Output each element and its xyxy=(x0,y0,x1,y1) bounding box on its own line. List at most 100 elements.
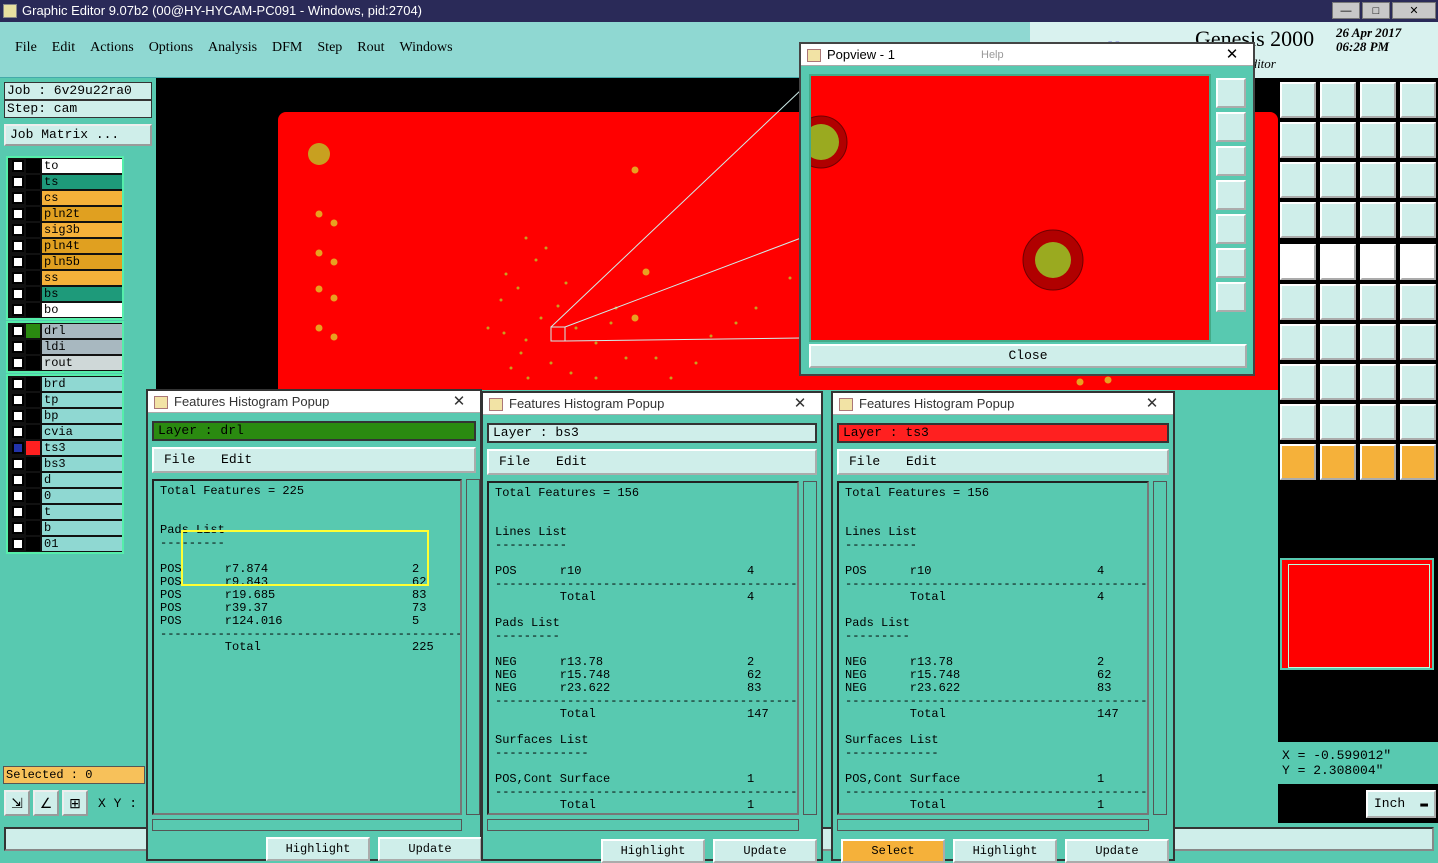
select-lasso-icon[interactable] xyxy=(1360,444,1396,480)
peak-icon[interactable] xyxy=(1320,404,1356,440)
layer-checkbox[interactable] xyxy=(12,378,24,390)
layer-checkbox[interactable] xyxy=(12,240,24,252)
layer-row[interactable]: pln2t xyxy=(8,206,122,222)
layer-checkbox[interactable] xyxy=(12,490,24,502)
layer-row[interactable]: ts3 xyxy=(8,440,122,456)
pv-zoom-out-icon[interactable] xyxy=(1216,282,1246,312)
layer-row[interactable]: pln5b xyxy=(8,254,122,270)
layer-row[interactable]: cs xyxy=(8,190,122,206)
histogram-menu-edit[interactable]: Edit xyxy=(556,454,587,469)
window-icon[interactable] xyxy=(1400,82,1436,118)
scale-1-2-icon[interactable] xyxy=(1360,162,1396,198)
pan-left-icon[interactable] xyxy=(1280,122,1316,158)
line-icon[interactable] xyxy=(1320,244,1356,280)
histogram-close-icon[interactable]: ✕ xyxy=(787,393,813,413)
layer-row[interactable]: ts xyxy=(8,174,122,190)
layer-checkbox[interactable] xyxy=(12,442,24,454)
menu-windows[interactable]: Windows xyxy=(400,40,453,56)
update-button[interactable]: Update xyxy=(378,837,482,861)
pv-pan-up-icon[interactable] xyxy=(1216,112,1246,142)
snap-icon[interactable] xyxy=(1360,202,1396,238)
menu-actions[interactable]: Actions xyxy=(90,40,134,56)
minus-icon[interactable] xyxy=(1320,364,1356,400)
grid-tool-icon[interactable]: ⊞ xyxy=(62,790,88,816)
point-icon[interactable] xyxy=(1280,364,1316,400)
layer-row[interactable]: 0 xyxy=(8,488,122,504)
layer-row[interactable]: d xyxy=(8,472,122,488)
diagonal-icon[interactable] xyxy=(1320,324,1356,360)
layer-checkbox[interactable] xyxy=(12,474,24,486)
popview-close-button[interactable]: Close xyxy=(809,344,1247,368)
layer-checkbox[interactable] xyxy=(12,304,24,316)
layer-row[interactable]: bs xyxy=(8,286,122,302)
layer-checkbox[interactable] xyxy=(12,458,24,470)
histogram-vscroll[interactable] xyxy=(466,479,480,815)
layer-row[interactable]: pln4t xyxy=(8,238,122,254)
menu-edit[interactable]: Edit xyxy=(52,40,75,56)
layer-checkbox[interactable] xyxy=(12,522,24,534)
layer-row[interactable]: cvia xyxy=(8,424,122,440)
help-icon[interactable] xyxy=(1400,162,1436,198)
layer-row[interactable]: ss xyxy=(8,270,122,286)
histogram-hscroll[interactable] xyxy=(837,819,1149,831)
layer-checkbox[interactable] xyxy=(12,272,24,284)
highlight-button[interactable]: Highlight xyxy=(601,839,705,863)
layer-checkbox[interactable] xyxy=(12,160,24,172)
layer-row[interactable]: bo xyxy=(8,302,122,318)
pan-up-icon[interactable] xyxy=(1280,82,1316,118)
pad-icon[interactable] xyxy=(1280,244,1316,280)
layer-checkbox[interactable] xyxy=(12,224,24,236)
layer-row[interactable]: brd xyxy=(8,376,122,392)
mirror-icon[interactable] xyxy=(1360,122,1396,158)
cross-icon[interactable] xyxy=(1320,284,1356,320)
span-icon[interactable] xyxy=(1400,404,1436,440)
select-box-icon[interactable] xyxy=(1320,444,1356,480)
layer-checkbox[interactable] xyxy=(12,426,24,438)
update-button[interactable]: Update xyxy=(713,839,817,863)
pan-right-icon[interactable] xyxy=(1320,122,1356,158)
zoom-tool-icon[interactable]: ⇲ xyxy=(4,790,30,816)
job-matrix-button[interactable]: Job Matrix ... xyxy=(4,124,152,146)
highlight-button[interactable]: Highlight xyxy=(266,837,370,861)
triangle-icon[interactable] xyxy=(1280,404,1316,440)
node-icon[interactable] xyxy=(1280,284,1316,320)
select-button[interactable]: Select xyxy=(841,839,945,863)
zoom-center-icon[interactable] xyxy=(1320,162,1356,198)
rotate-icon[interactable] xyxy=(1360,324,1396,360)
histogram-hscroll[interactable] xyxy=(487,819,799,831)
popview-close-icon[interactable]: ✕ xyxy=(1219,44,1245,64)
layer-row[interactable]: b xyxy=(8,520,122,536)
angle-icon[interactable] xyxy=(1280,324,1316,360)
layer-checkbox[interactable] xyxy=(12,288,24,300)
layer-checkbox[interactable] xyxy=(12,410,24,422)
menu-options[interactable]: Options xyxy=(149,40,193,56)
highlight-button[interactable]: Highlight xyxy=(953,839,1057,863)
layer-row[interactable]: rout xyxy=(8,355,122,371)
layer-row[interactable]: ldi xyxy=(8,339,122,355)
layer-checkbox[interactable] xyxy=(12,506,24,518)
close-window-button[interactable]: ✕ xyxy=(1392,2,1436,19)
layer-checkbox[interactable] xyxy=(12,357,24,369)
pv-pan-right-icon[interactable] xyxy=(1216,214,1246,244)
layer-row[interactable]: sig3b xyxy=(8,222,122,238)
redraw-icon[interactable] xyxy=(1400,122,1436,158)
layer-checkbox[interactable] xyxy=(12,176,24,188)
pv-zoom-home-icon[interactable] xyxy=(1216,78,1246,108)
circle-icon[interactable] xyxy=(1400,244,1436,280)
layer-row[interactable]: drl xyxy=(8,323,122,339)
maximize-button[interactable]: □ xyxy=(1362,2,1390,19)
zoom-fit-icon[interactable] xyxy=(1280,162,1316,198)
histogram-vscroll[interactable] xyxy=(803,481,817,815)
units-dropdown[interactable]: Inch ▬ xyxy=(1366,790,1436,818)
menu-dfm[interactable]: DFM xyxy=(272,40,302,56)
histogram-close-icon[interactable]: ✕ xyxy=(446,391,472,411)
layer-checkbox[interactable] xyxy=(12,538,24,550)
pv-zoom-in-icon[interactable] xyxy=(1216,248,1246,278)
split-icon[interactable] xyxy=(1400,324,1436,360)
layer-row[interactable]: t xyxy=(8,504,122,520)
menu-file[interactable]: File xyxy=(15,40,37,56)
snap-alt-icon[interactable] xyxy=(1400,202,1436,238)
popview-canvas[interactable] xyxy=(809,74,1211,342)
update-button[interactable]: Update xyxy=(1065,839,1169,863)
histogram-vscroll[interactable] xyxy=(1153,481,1167,815)
